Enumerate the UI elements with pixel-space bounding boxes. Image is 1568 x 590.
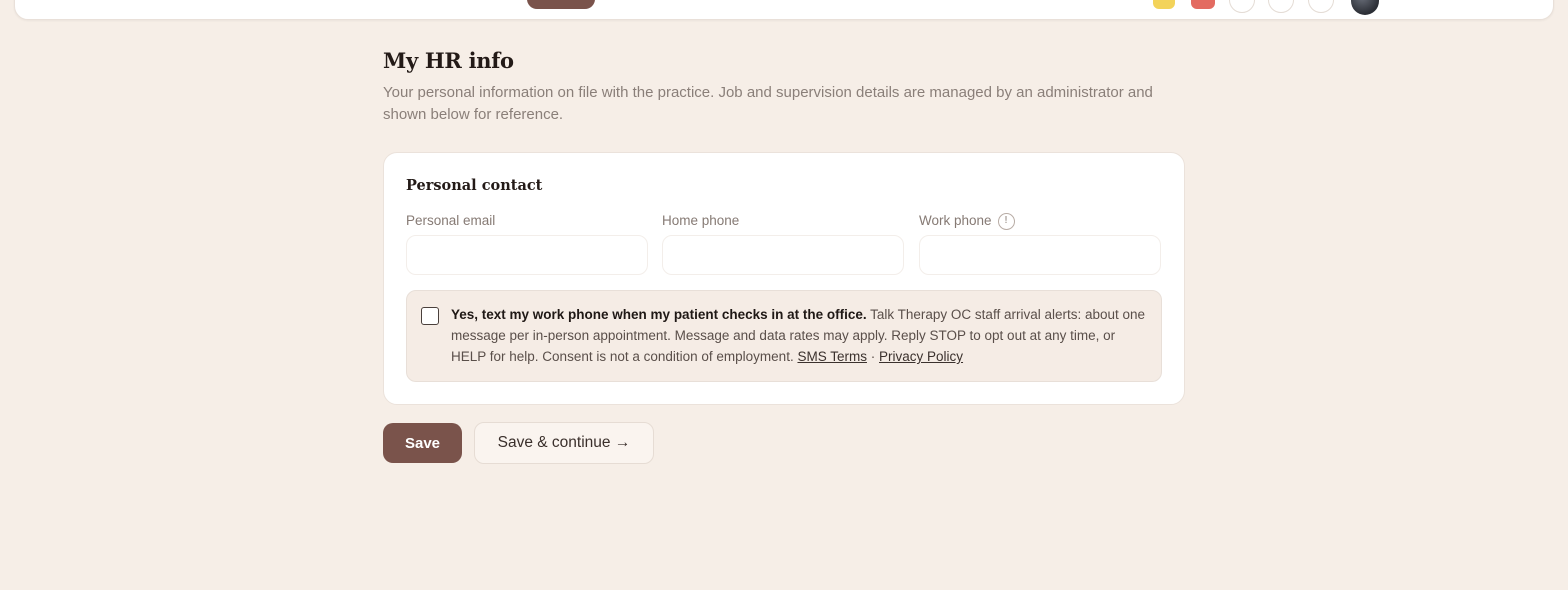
card-title: Personal contact	[406, 177, 543, 194]
top-app-bar	[14, 0, 1554, 20]
work-phone-label: Work phone !	[919, 211, 1161, 231]
home-phone-field: Home phone	[662, 211, 904, 275]
personal-email-input[interactable]	[406, 235, 648, 275]
status-indicator-yellow[interactable]	[1153, 0, 1175, 9]
toolbar-icon-button[interactable]	[1308, 0, 1334, 13]
personal-email-label: Personal email	[406, 211, 648, 231]
personal-email-label-text: Personal email	[406, 213, 496, 228]
toolbar-icon-button[interactable]	[1229, 0, 1255, 13]
save-button[interactable]: Save	[383, 423, 462, 463]
work-phone-label-text: Work phone	[919, 213, 992, 228]
sms-consent-lead[interactable]: Yes, text my work phone when my patient …	[451, 307, 867, 322]
personal-email-field: Personal email	[406, 211, 648, 275]
info-icon[interactable]: !	[997, 212, 1015, 230]
sms-consent-checkbox[interactable]	[421, 307, 439, 325]
sms-consent-text: Yes, text my work phone when my patient …	[451, 304, 1151, 367]
home-phone-label-text: Home phone	[662, 213, 740, 228]
work-phone-field: Work phone !	[919, 211, 1161, 275]
page-title: My HR info	[383, 48, 514, 73]
active-nav-tab[interactable]	[527, 0, 595, 9]
save-and-continue-button[interactable]: Save & continue →	[474, 422, 654, 464]
user-avatar[interactable]	[1351, 0, 1379, 15]
sms-terms-link[interactable]: SMS Terms	[797, 349, 867, 364]
home-phone-input[interactable]	[662, 235, 904, 275]
page-subtitle: Your personal information on file with t…	[383, 84, 1153, 123]
personal-contact-card: Personal contact Personal email Home pho…	[383, 152, 1185, 405]
privacy-policy-link[interactable]: Privacy Policy	[879, 349, 963, 364]
sms-consent-box: Yes, text my work phone when my patient …	[406, 290, 1162, 382]
link-separator: ·	[870, 349, 876, 364]
toolbar-icon-button[interactable]	[1268, 0, 1294, 13]
status-indicator-red[interactable]	[1191, 0, 1215, 9]
home-phone-label: Home phone	[662, 211, 904, 231]
work-phone-input[interactable]	[919, 235, 1161, 275]
